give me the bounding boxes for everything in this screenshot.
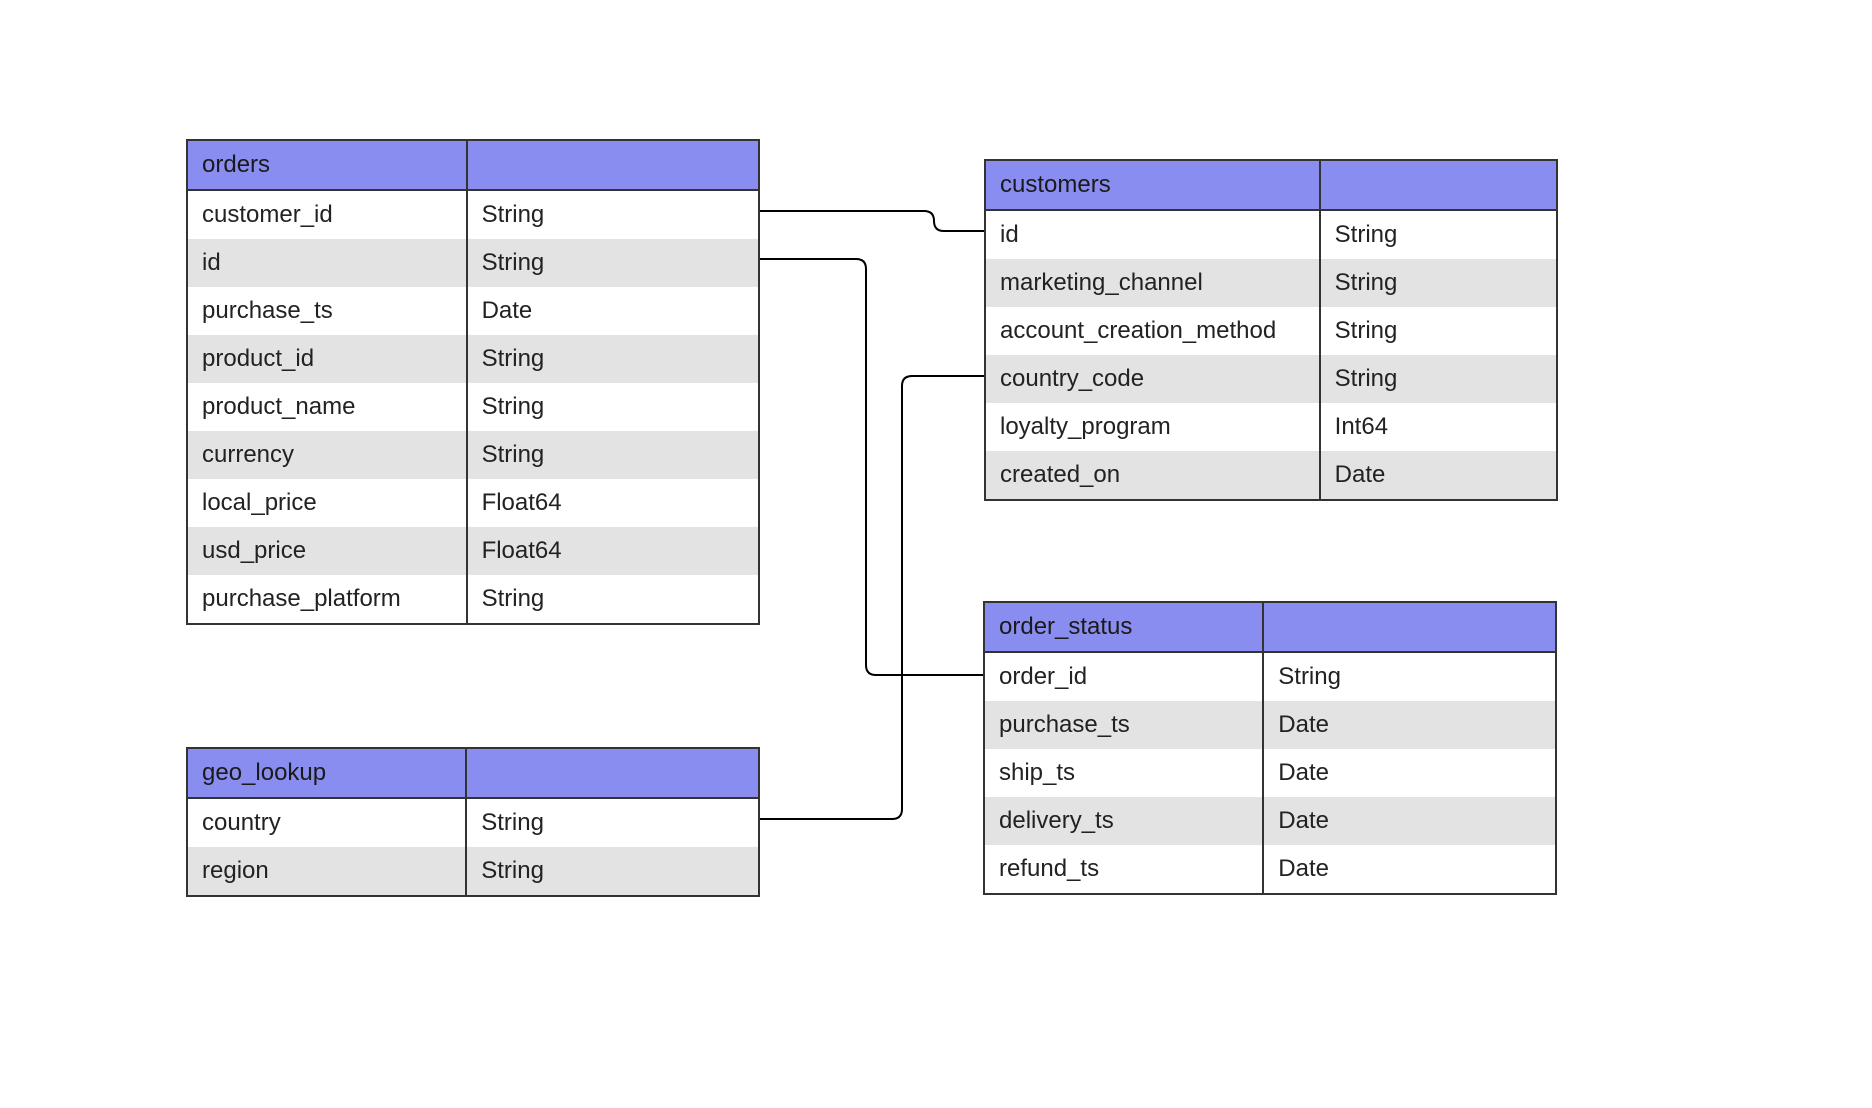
column-row: currencyString — [187, 431, 759, 479]
entity-title: customers — [985, 160, 1320, 210]
column-row: delivery_tsDate — [984, 797, 1556, 845]
entity-header-spacer — [1263, 602, 1556, 652]
column-row: created_onDate — [985, 451, 1557, 500]
column-name: id — [985, 210, 1320, 259]
column-type: Date — [1320, 451, 1557, 500]
column-type: Date — [1263, 701, 1556, 749]
column-type: String — [1320, 307, 1557, 355]
entity-title: order_status — [984, 602, 1263, 652]
entity-geo-lookup: geo_lookup countryString regionString — [186, 747, 760, 897]
column-name: marketing_channel — [985, 259, 1320, 307]
column-name: customer_id — [187, 190, 467, 239]
column-type: String — [466, 847, 759, 896]
column-name: id — [187, 239, 467, 287]
er-diagram: orders customer_idString idString purcha… — [186, 139, 1686, 969]
column-type: String — [466, 798, 759, 847]
column-row: ship_tsDate — [984, 749, 1556, 797]
column-row: idString — [985, 210, 1557, 259]
column-row: purchase_platformString — [187, 575, 759, 624]
column-type: Float64 — [467, 479, 759, 527]
column-row: refund_tsDate — [984, 845, 1556, 894]
column-type: Date — [467, 287, 759, 335]
entity-header-spacer — [466, 748, 759, 798]
column-row: purchase_tsDate — [984, 701, 1556, 749]
column-row: product_nameString — [187, 383, 759, 431]
column-row: loyalty_programInt64 — [985, 403, 1557, 451]
column-type: Int64 — [1320, 403, 1557, 451]
column-type: String — [467, 190, 759, 239]
column-name: ship_ts — [984, 749, 1263, 797]
entity-title: orders — [187, 140, 467, 190]
column-row: usd_priceFloat64 — [187, 527, 759, 575]
column-name: product_name — [187, 383, 467, 431]
column-row: local_priceFloat64 — [187, 479, 759, 527]
column-type: String — [1320, 259, 1557, 307]
column-type: String — [467, 335, 759, 383]
column-type: String — [467, 431, 759, 479]
column-name: purchase_ts — [187, 287, 467, 335]
column-type: Date — [1263, 797, 1556, 845]
column-name: currency — [187, 431, 467, 479]
column-name: purchase_platform — [187, 575, 467, 624]
column-row: account_creation_methodString — [985, 307, 1557, 355]
column-name: loyalty_program — [985, 403, 1320, 451]
column-type: String — [1320, 210, 1557, 259]
column-row: countryString — [187, 798, 759, 847]
entity-header-spacer — [1320, 160, 1557, 210]
entity-header: customers — [985, 160, 1557, 210]
column-type: String — [467, 239, 759, 287]
entity-orders: orders customer_idString idString purcha… — [186, 139, 760, 625]
column-name: order_id — [984, 652, 1263, 701]
entity-header: geo_lookup — [187, 748, 759, 798]
entity-header: orders — [187, 140, 759, 190]
column-name: country — [187, 798, 466, 847]
column-row: country_codeString — [985, 355, 1557, 403]
column-name: product_id — [187, 335, 467, 383]
column-type: Float64 — [467, 527, 759, 575]
column-row: idString — [187, 239, 759, 287]
column-type: String — [467, 575, 759, 624]
column-name: region — [187, 847, 466, 896]
column-name: usd_price — [187, 527, 467, 575]
column-name: country_code — [985, 355, 1320, 403]
column-name: refund_ts — [984, 845, 1263, 894]
column-row: purchase_tsDate — [187, 287, 759, 335]
column-name: delivery_ts — [984, 797, 1263, 845]
entity-title: geo_lookup — [187, 748, 466, 798]
entity-customers: customers idString marketing_channelStri… — [984, 159, 1558, 501]
entity-order-status: order_status order_idString purchase_tsD… — [983, 601, 1557, 895]
column-type: String — [1263, 652, 1556, 701]
column-type: String — [467, 383, 759, 431]
column-type: String — [1320, 355, 1557, 403]
column-name: purchase_ts — [984, 701, 1263, 749]
column-row: product_idString — [187, 335, 759, 383]
column-row: order_idString — [984, 652, 1556, 701]
entity-header: order_status — [984, 602, 1556, 652]
column-type: Date — [1263, 845, 1556, 894]
column-name: created_on — [985, 451, 1320, 500]
entity-header-spacer — [467, 140, 759, 190]
column-row: customer_idString — [187, 190, 759, 239]
column-row: marketing_channelString — [985, 259, 1557, 307]
column-name: account_creation_method — [985, 307, 1320, 355]
column-type: Date — [1263, 749, 1556, 797]
column-name: local_price — [187, 479, 467, 527]
column-row: regionString — [187, 847, 759, 896]
